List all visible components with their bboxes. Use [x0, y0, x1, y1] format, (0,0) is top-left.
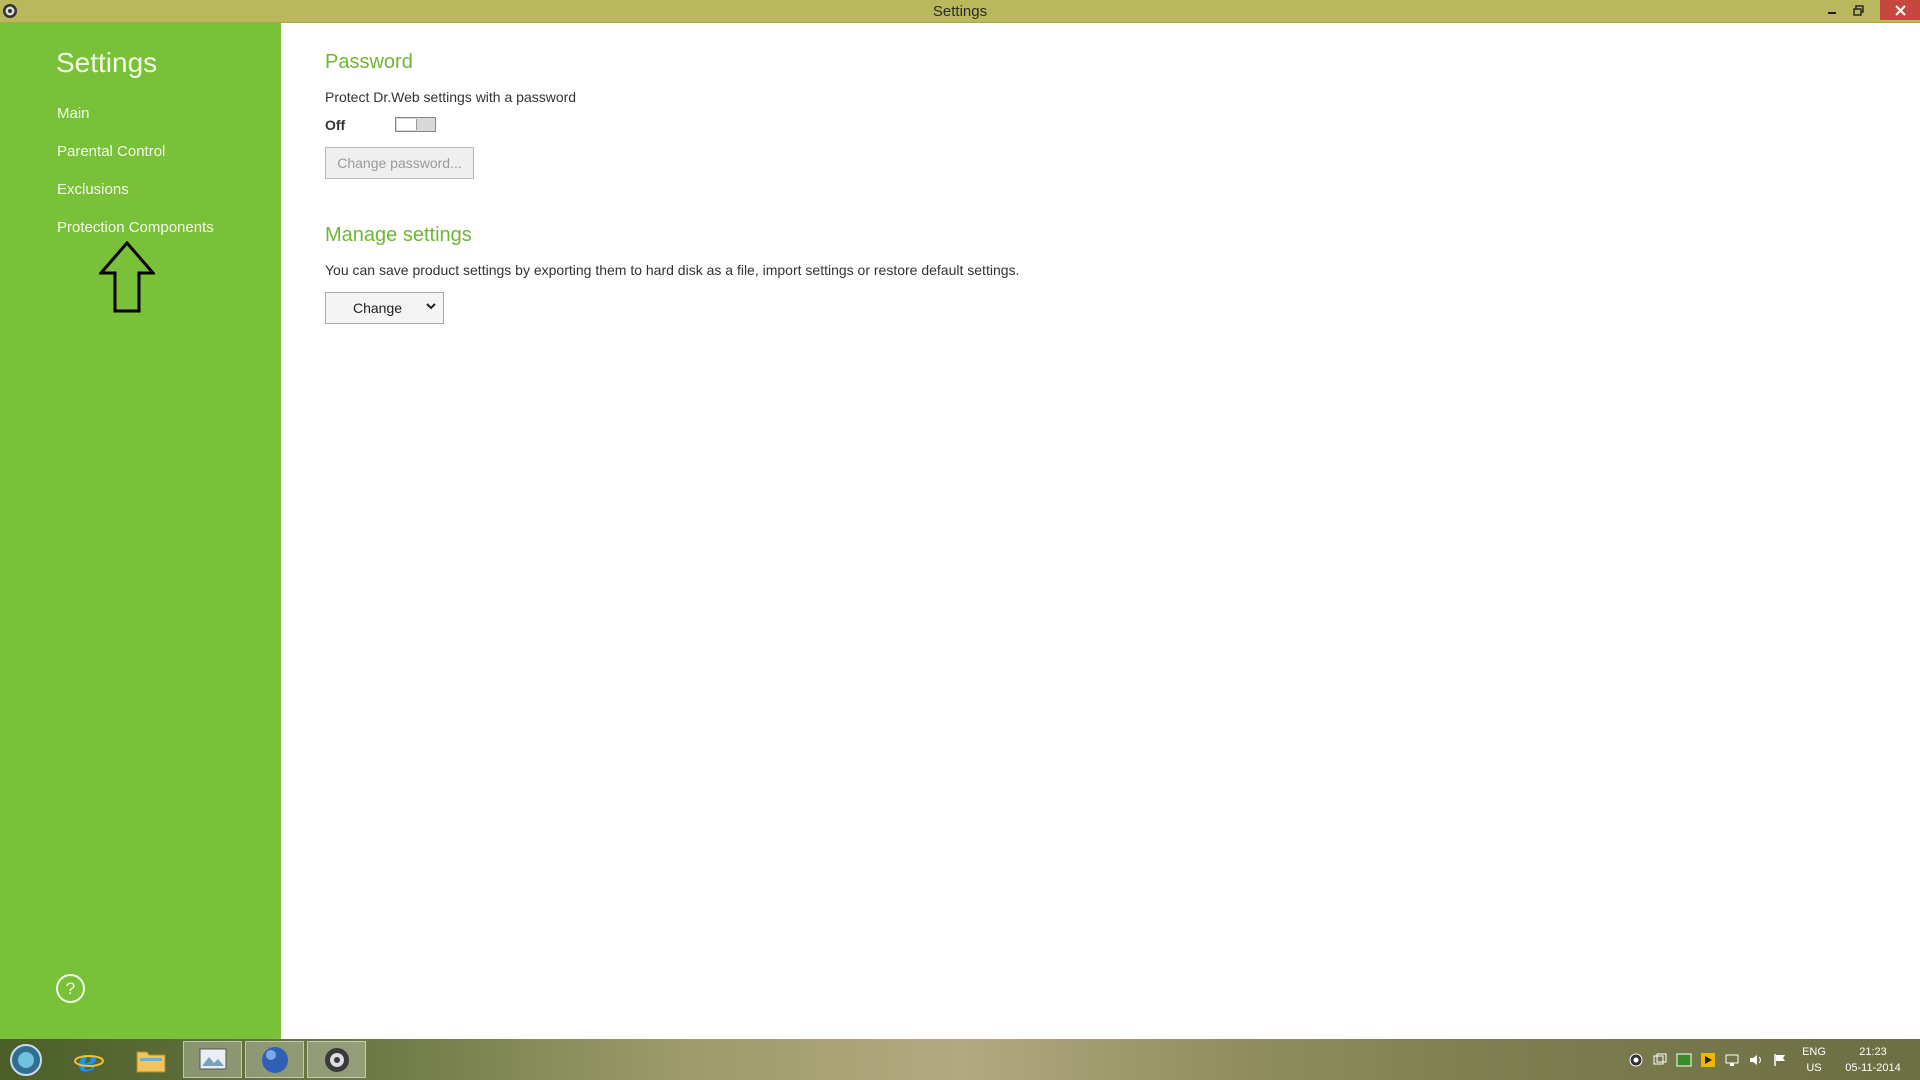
globe-icon: [261, 1046, 288, 1073]
internet-explorer-icon: e: [73, 1045, 104, 1075]
tray-volume-icon[interactable]: [1748, 1051, 1764, 1069]
window-title: Settings: [932, 3, 988, 20]
start-orb-icon: [10, 1043, 42, 1076]
minimize-button[interactable]: [1819, 0, 1845, 20]
help-icon: ?: [65, 978, 76, 998]
manage-settings-title: Manage settings: [325, 224, 472, 246]
tray-media-icon[interactable]: [1700, 1051, 1716, 1069]
region-indicator[interactable]: US: [1796, 1062, 1832, 1074]
svg-text:e: e: [78, 1045, 97, 1075]
folder-icon: [136, 1051, 165, 1072]
picture-icon: [199, 1048, 226, 1069]
taskbar-browser[interactable]: [245, 1041, 304, 1078]
taskbar-ie[interactable]: e: [59, 1041, 118, 1078]
taskbar-image-viewer[interactable]: [183, 1041, 242, 1078]
change-password-button[interactable]: Change password...: [325, 147, 474, 179]
password-section-title: Password: [325, 51, 413, 73]
manage-settings-description: You can save product settings by exporti…: [325, 262, 1020, 278]
tray-flag-icon[interactable]: [1772, 1051, 1788, 1069]
app-window: Settings Settings Main Parental Control …: [0, 0, 1920, 1039]
tray-network-icon[interactable]: [1724, 1051, 1740, 1069]
tray-nvidia-icon[interactable]: [1676, 1051, 1692, 1069]
clock-time[interactable]: 21:23: [1838, 1046, 1908, 1058]
help-button[interactable]: ?: [56, 974, 85, 1003]
tray-drweb-icon[interactable]: [1628, 1051, 1644, 1069]
password-toggle-state: Off: [325, 117, 346, 133]
taskbar: e ENG US 21:23 05-11-2014: [0, 1039, 1920, 1080]
restore-icon: [1852, 4, 1864, 16]
language-indicator[interactable]: ENG: [1796, 1046, 1832, 1058]
sidebar-item-main[interactable]: Main: [57, 105, 90, 122]
chevron-down-icon: [426, 303, 436, 310]
restore-button[interactable]: [1845, 0, 1871, 20]
sidebar-item-exclusions[interactable]: Exclusions: [57, 181, 129, 198]
main-content: Password Protect Dr.Web settings with a …: [281, 23, 1920, 1039]
close-button[interactable]: [1880, 0, 1920, 20]
start-button[interactable]: [0, 1041, 52, 1078]
tray-windows-icon[interactable]: [1652, 1051, 1668, 1069]
sidebar: Settings Main Parental Control Exclusion…: [0, 23, 281, 1039]
minimize-icon: [1828, 12, 1836, 14]
password-toggle[interactable]: [395, 117, 436, 132]
title-bar[interactable]: Settings: [0, 0, 1920, 23]
close-icon: [1894, 4, 1906, 16]
taskbar-drweb[interactable]: [307, 1041, 366, 1078]
sidebar-item-parental-control[interactable]: Parental Control: [57, 143, 165, 160]
sidebar-heading: Settings: [56, 47, 158, 78]
change-dropdown-value: Change: [353, 300, 403, 316]
drweb-spider-icon: [324, 1047, 349, 1072]
up-arrow-annotation: [99, 241, 155, 313]
taskbar-file-explorer[interactable]: [121, 1041, 180, 1078]
toggle-knob: [397, 119, 417, 130]
change-dropdown[interactable]: Change: [325, 292, 444, 324]
password-description: Protect Dr.Web settings with a password: [325, 89, 577, 105]
sidebar-item-protection-components[interactable]: Protection Components: [57, 219, 214, 236]
clock-date[interactable]: 05-11-2014: [1838, 1062, 1908, 1074]
